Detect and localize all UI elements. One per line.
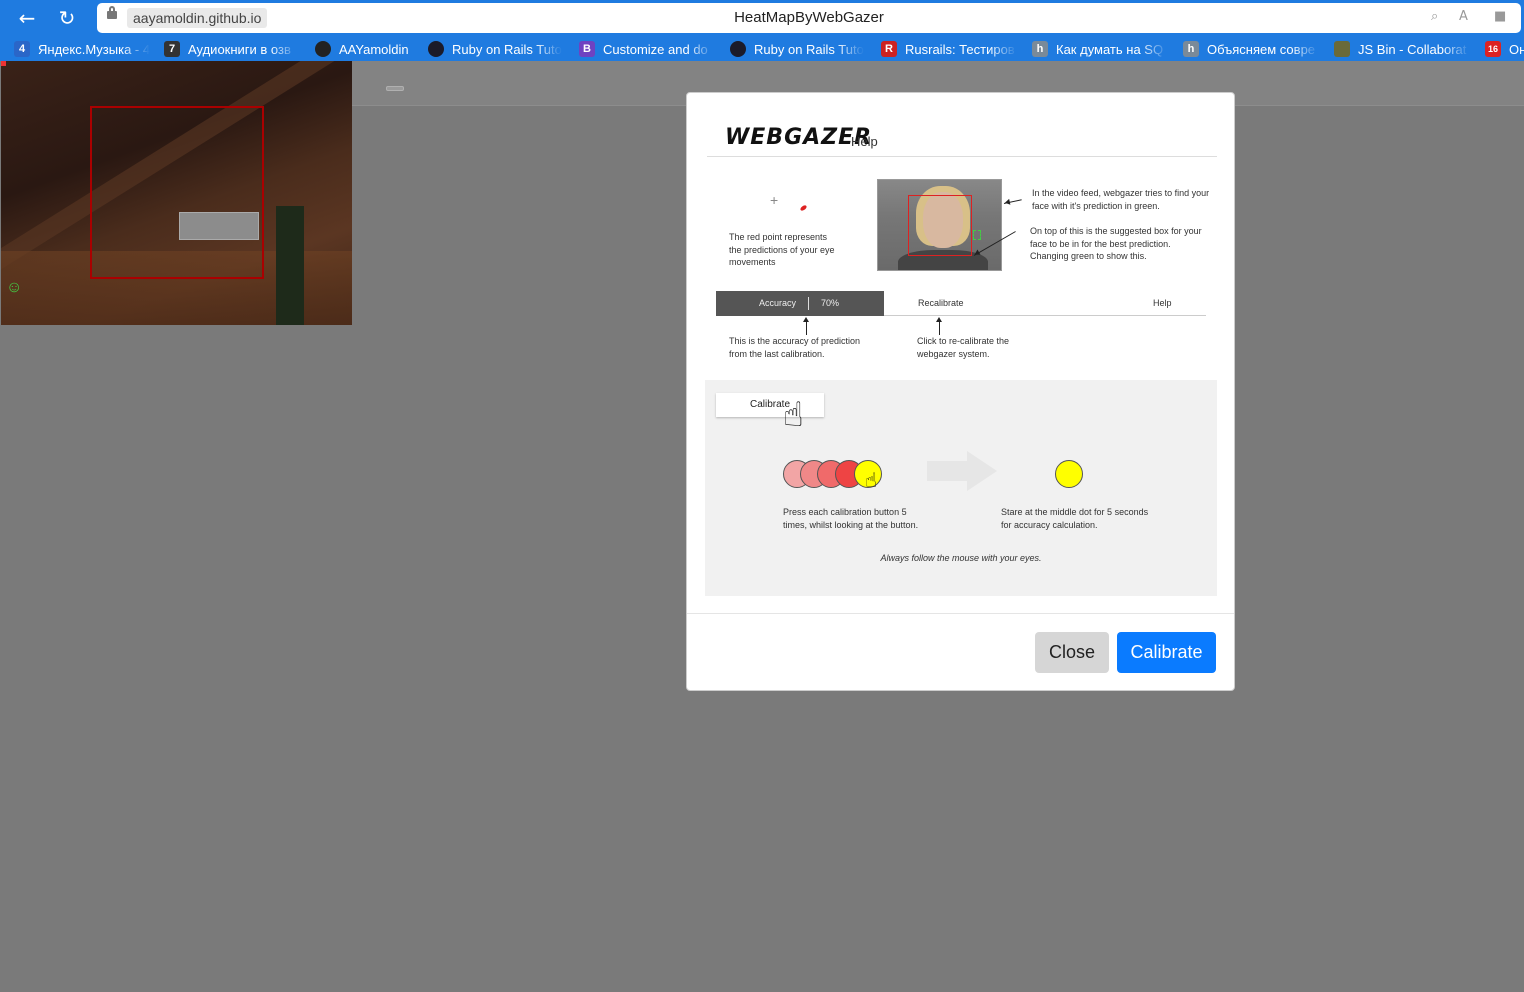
webcam-video-feed: ☺ [1,61,352,325]
search-icon[interactable]: ⌕ [1431,9,1438,24]
press-caption: Press each calibration button 5 times, w… [783,507,919,530]
bookmark-item[interactable]: 7 Аудиокниги в озв [164,39,298,59]
hand-cursor-icon: ☝ [783,395,804,435]
middle-calibration-dot [1055,460,1083,488]
calibrate-button-example: Calibrate [716,393,824,417]
bookmark-label: Объясняем совре [1207,41,1316,57]
rails-tutorial-icon [428,41,444,57]
divider [707,156,1217,157]
bookmark-item[interactable]: JS Bin - Collaborat [1334,39,1470,59]
pointer-arrow [1003,199,1022,204]
browser-toolbar: ← ↻ aayamoldin.github.io HeatMapByWebGaz… [0,0,1524,36]
stare-caption: Stare at the middle dot for 5 seconds fo… [1001,507,1149,530]
bookmark-label: AAYamoldin [339,41,409,57]
close-button[interactable]: Close [1035,632,1109,673]
reload-button[interactable]: ↻ [54,5,80,31]
bookmark-label: Ruby on Rails Tuto [754,41,864,57]
suggested-box [908,195,972,256]
help-heading: Help [851,134,878,149]
bookmark-label: Яндекс.Музыка - 4 [38,41,150,57]
jsbin-icon [1334,41,1350,57]
accuracy-label: Accuracy [759,298,797,308]
face-feedback-box [90,106,264,279]
up-arrow-icon [936,317,942,335]
rusrails-icon: R [881,41,897,57]
separator [808,297,809,310]
modal-footer: Close Calibrate [687,613,1234,691]
help-modal: WEBGAZER Help + The red point represents… [686,92,1235,691]
accuracy-caption: This is the accuracy of prediction from … [729,336,861,359]
calendar-icon: 16 [1485,41,1501,57]
recalibrate-caption: Click to re-calibrate the webgazer syste… [917,336,1010,359]
audiobooks-icon: 7 [164,41,180,57]
url-domain: aayamoldin.github.io [127,8,268,28]
bookmark-item[interactable]: B Customize and do [579,39,715,59]
face-mask-icon: ☺ [6,279,23,296]
right-arrow-icon [927,451,997,491]
arrow-left-icon: ← [18,6,36,30]
accuracy-section: Accuracy 70% [716,291,884,316]
bookmark-item[interactable]: Ruby on Rails Tuto [428,39,562,59]
follow-caption: Always follow the mouse with your eyes. [880,553,1042,563]
bookmark-item[interactable]: R Rusrails: Тестиров [881,39,1017,59]
lock-icon [107,6,117,19]
address-bar[interactable]: aayamoldin.github.io HeatMapByWebGazer ⌕… [97,3,1521,33]
bookmark-label: Как думать на SQ [1056,41,1164,57]
bookmark-item[interactable]: 16 Он [1485,39,1524,59]
gaze-dot [1,61,6,66]
video-feed-caption: In the video feed, webgazer tries to fin… [1032,188,1210,211]
recalibrate-label: Recalibrate [918,298,964,308]
translate-icon[interactable]: A [1459,9,1468,24]
bookmark-item[interactable]: 4 Яндекс.Музыка - 4 [14,39,150,59]
navbar-example: Accuracy 70% Recalibrate Help [716,291,1206,316]
bookmark-item[interactable]: h Как думать на SQ [1032,39,1168,59]
camera-icon[interactable]: ■ [1494,9,1506,24]
crosshair-icon: + [770,192,779,208]
red-point-caption: The red point represents the predictions… [729,232,835,267]
calibrate-button[interactable]: Calibrate [1117,632,1216,673]
rails-tutorial-icon [730,41,746,57]
calibration-instructions: Calibrate ☝ ☝ Press each calibration but… [705,380,1217,596]
bookmark-label: Customize and do [603,41,708,57]
reload-icon: ↻ [58,6,76,30]
bookmark-item[interactable]: AAYamoldin [315,39,429,59]
habr-icon: h [1032,41,1048,57]
bootstrap-icon: B [579,41,595,57]
bookmark-label: Rusrails: Тестиров [905,41,1015,57]
bookmarks-bar: 4 Яндекс.Музыка - 4 7 Аудиокниги в озв A… [0,36,1524,61]
modal-body: WEBGAZER Help + The red point represents… [687,93,1236,613]
video-feed-example [877,179,1002,271]
page-content: ☺ WEBGAZER Help + The red point represen… [0,61,1524,992]
bookmark-label: Аудиокниги в озв [188,41,291,57]
habr-icon: h [1183,41,1199,57]
up-arrow-icon [803,317,809,335]
bookmark-item[interactable]: h Объясняем совре [1183,39,1319,59]
bookmark-label: Ruby on Rails Tuto [452,41,562,57]
bookmark-label: Он [1509,41,1524,57]
prediction-dot [799,204,808,212]
video-object [276,206,304,325]
green-prediction [973,230,981,240]
back-button[interactable]: ← [14,5,40,31]
suggested-box-caption: On top of this is the suggested box for … [1030,226,1202,261]
yandex-music-icon: 4 [14,41,30,57]
accuracy-value: 70% [821,298,840,308]
github-icon [315,41,331,57]
bookmark-label: JS Bin - Collaborat [1358,41,1467,57]
help-label: Help [1153,298,1172,308]
menu-toggle-button[interactable] [386,86,404,91]
bookmark-item[interactable]: Ruby on Rails Tuto [730,39,864,59]
tab-title: HeatMapByWebGazer [734,9,884,26]
hand-cursor-icon: ☝ [865,468,878,492]
